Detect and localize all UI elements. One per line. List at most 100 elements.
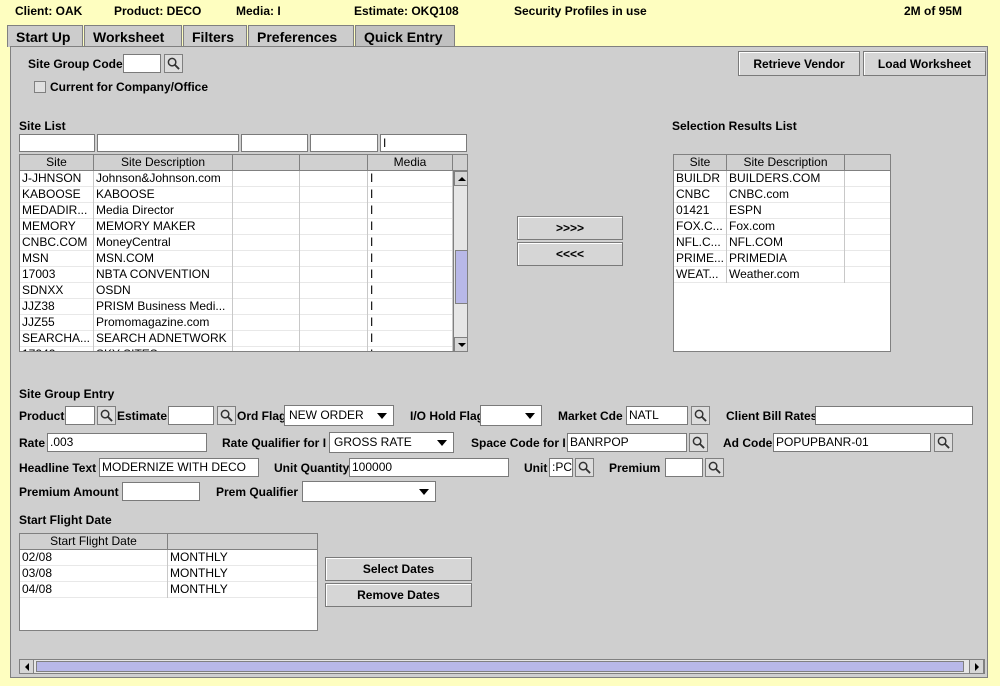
retrieve-vendor-button[interactable]: Retrieve Vendor [738, 51, 860, 76]
selection-result-row[interactable]: FOX.C... Fox.com [674, 219, 890, 235]
flight-column-header-date[interactable]: Start Flight Date [20, 534, 168, 550]
product-input[interactable] [65, 406, 95, 425]
arrow-right-icon[interactable] [969, 659, 984, 674]
arrow-down-icon[interactable] [454, 337, 467, 351]
search-icon[interactable] [575, 458, 594, 477]
results-column-header-3[interactable] [845, 155, 890, 171]
column-header-site-description[interactable]: Site Description [94, 155, 233, 171]
selection-result-cell: FOX.C... [674, 219, 727, 235]
ord-flag-label: Ord Flag [237, 409, 287, 423]
site-list-row[interactable]: SEARCHA... SEARCH ADNETWORK I [20, 331, 467, 347]
selection-result-cell: CNBC.com [727, 187, 845, 203]
horizontal-scrollbar[interactable] [19, 659, 985, 674]
flight-date-row[interactable]: 02/08 MONTHLY [20, 550, 317, 566]
flight-date-row[interactable]: 04/08 MONTHLY [20, 582, 317, 598]
flight-date-row[interactable]: 03/08 MONTHLY [20, 566, 317, 582]
site-list-cell: Media Director [94, 203, 233, 219]
selection-result-row[interactable]: NFL.C... NFL.COM [674, 235, 890, 251]
site-list-row[interactable]: 17003 NBTA CONVENTION I [20, 267, 467, 283]
selection-result-row[interactable]: PRIME... PRIMEDIA [674, 251, 890, 267]
remove-from-selection-button[interactable]: <<<< [517, 242, 623, 266]
search-icon[interactable] [97, 406, 116, 425]
results-column-header-site[interactable]: Site [674, 155, 727, 171]
tab-quick-entry[interactable]: Quick Entry [355, 25, 455, 47]
site-list-row[interactable]: CNBC.COM MoneyCentral I [20, 235, 467, 251]
prem-qualifier-select[interactable] [302, 481, 436, 502]
arrow-up-icon[interactable] [454, 171, 467, 186]
selection-result-cell: ESPN [727, 203, 845, 219]
unit-input[interactable]: :PC [549, 458, 573, 477]
site-description-filter-input[interactable] [97, 134, 239, 152]
selection-result-cell [845, 267, 890, 283]
client-bill-rates-input[interactable] [815, 406, 973, 425]
unit-quantity-label: Unit Quantity [274, 461, 350, 475]
tab-filters[interactable]: Filters [183, 25, 247, 47]
media-filter-input[interactable]: I [380, 134, 467, 152]
space-code-input[interactable]: BANRPOP [567, 433, 687, 452]
site-list-row[interactable]: SDNXX OSDN I [20, 283, 467, 299]
site-list-cell [233, 235, 300, 251]
results-column-header-site-description[interactable]: Site Description [727, 155, 845, 171]
site-list-row[interactable]: MEMORY MEMORY MAKER I [20, 219, 467, 235]
site-list-cell [233, 315, 300, 331]
site-list-cell: KABOOSE [94, 187, 233, 203]
site-filter-input[interactable] [19, 134, 95, 152]
site-list-row[interactable]: KABOOSE KABOOSE I [20, 187, 467, 203]
search-icon[interactable] [164, 54, 183, 73]
site-list-row[interactable]: JJZ38 PRISM Business Medi... I [20, 299, 467, 315]
column4-filter-input[interactable] [310, 134, 378, 152]
headline-text-input[interactable]: MODERNIZE WITH DECO [99, 458, 259, 477]
search-icon[interactable] [689, 433, 708, 452]
site-list-cell: I [368, 315, 453, 331]
column-header-4[interactable] [300, 155, 368, 171]
arrow-left-icon[interactable] [19, 659, 34, 674]
flight-column-header-2[interactable] [168, 534, 317, 550]
status-bar: Client: OAK Product: DECO Media: I Estim… [2, 0, 998, 22]
add-to-selection-button[interactable]: >>>> [517, 216, 623, 240]
horizontal-scroll-thumb[interactable] [36, 661, 964, 672]
column3-filter-input[interactable] [241, 134, 308, 152]
scroll-thumb[interactable] [455, 250, 467, 304]
selection-result-row[interactable]: CNBC CNBC.com [674, 187, 890, 203]
search-icon[interactable] [705, 458, 724, 477]
select-dates-button[interactable]: Select Dates [325, 557, 472, 581]
ord-flag-select[interactable]: NEW ORDER [284, 405, 394, 426]
io-hold-flag-select[interactable] [480, 405, 542, 426]
site-list-scrollbar[interactable] [453, 171, 467, 351]
search-icon[interactable] [217, 406, 236, 425]
search-icon[interactable] [691, 406, 710, 425]
tab-preferences[interactable]: Preferences [248, 25, 354, 47]
tab-start-up[interactable]: Start Up [7, 25, 83, 47]
column-header-3[interactable] [233, 155, 300, 171]
search-icon[interactable] [934, 433, 953, 452]
site-list-cell: 17242 [20, 347, 94, 351]
estimate-input[interactable] [168, 406, 214, 425]
client-text: Client: OAK [15, 4, 83, 18]
premium-amount-input[interactable] [122, 482, 200, 501]
rate-qualifier-select[interactable]: GROSS RATE [329, 432, 454, 453]
selection-result-cell: BUILDR [674, 171, 727, 187]
unit-quantity-input[interactable]: 100000 [349, 458, 509, 477]
selection-result-row[interactable]: 01421 ESPN [674, 203, 890, 219]
site-list-row[interactable]: JJZ55 Promomagazine.com I [20, 315, 467, 331]
tab-worksheet[interactable]: Worksheet [84, 25, 182, 47]
rate-input[interactable]: .003 [47, 433, 207, 452]
site-list-row[interactable]: J-JHNSON Johnson&Johnson.com I [20, 171, 467, 187]
column-header-site[interactable]: Site [20, 155, 94, 171]
load-worksheet-button[interactable]: Load Worksheet [863, 51, 986, 76]
column-header-media[interactable]: Media [368, 155, 453, 171]
site-list-row[interactable]: MSN MSN.COM I [20, 251, 467, 267]
current-company-checkbox[interactable] [34, 81, 46, 93]
site-list-row[interactable]: MEDADIR... Media Director I [20, 203, 467, 219]
premium-input[interactable] [665, 458, 703, 477]
market-code-input[interactable]: NATL [626, 406, 688, 425]
site-group-code-input[interactable] [123, 54, 161, 73]
selection-result-row[interactable]: WEAT... Weather.com [674, 267, 890, 283]
site-list-title: Site List [19, 119, 66, 133]
selection-result-row[interactable]: BUILDR BUILDERS.COM [674, 171, 890, 187]
site-list-cell: I [368, 267, 453, 283]
ad-code-input[interactable]: POPUPBANR-01 [773, 433, 931, 452]
remove-dates-button[interactable]: Remove Dates [325, 583, 472, 607]
selection-result-cell: PRIMEDIA [727, 251, 845, 267]
site-list-row[interactable]: 17242SKY SITES I [20, 347, 467, 351]
